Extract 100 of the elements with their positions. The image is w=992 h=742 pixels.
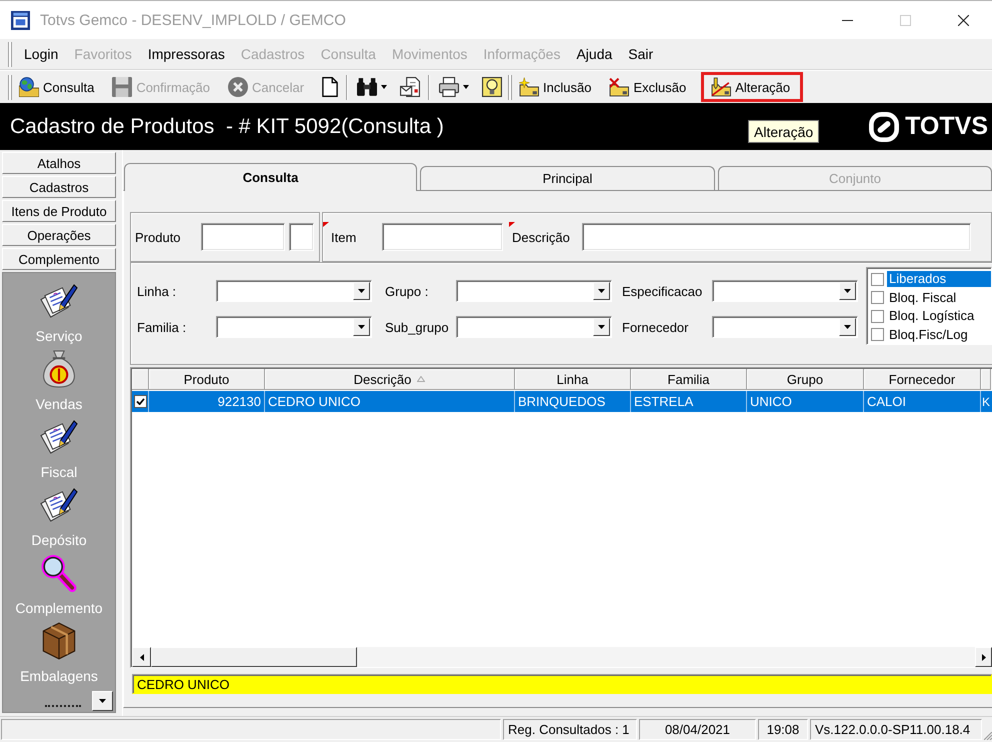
list-item[interactable]: Bloq. Fiscal [887, 290, 958, 306]
caret-icon [844, 289, 851, 293]
scrollbar-thumb[interactable] [151, 647, 357, 667]
menu-item[interactable]: Sair [620, 42, 662, 66]
menu-item[interactable]: Ajuda [568, 42, 620, 66]
column-header[interactable]: Linha [515, 369, 631, 390]
logo-text: TOTVS [905, 112, 988, 141]
table-cell: 922130 [149, 391, 265, 412]
caret-icon [358, 325, 365, 329]
list-item[interactable]: Bloq. Logística [887, 308, 976, 324]
table-cell: ESTRELA [631, 391, 747, 412]
table-cell: BRINQUEDOS [515, 391, 631, 412]
list-item[interactable]: Liberados [887, 271, 991, 288]
scroll-right-button[interactable] [975, 647, 992, 667]
field-label: Grupo : [385, 284, 430, 298]
grip-handle[interactable] [508, 74, 512, 100]
toolbar-button[interactable]: Alteração [701, 72, 804, 102]
column-header[interactable]: Produto [149, 369, 265, 390]
column-header[interactable]: Descrição [265, 369, 515, 390]
field-label: Familia : [137, 320, 188, 334]
left-arrow-icon [140, 654, 144, 660]
document-pen-icon [40, 418, 78, 456]
toolbar-button[interactable]: Inclusão [516, 75, 594, 99]
checkbox[interactable] [871, 310, 884, 323]
sidebar-section[interactable]: Itens de Produto [2, 200, 116, 222]
status-time: 19:08 [758, 719, 808, 740]
tab[interactable]: Consulta [124, 163, 417, 191]
caret-icon [598, 289, 605, 293]
folder-x-icon [609, 77, 630, 97]
resize-grip-icon [984, 732, 992, 740]
close-icon [958, 14, 968, 26]
table-cell: CALOI [864, 391, 981, 412]
dropdown-field[interactable] [712, 280, 858, 302]
checkbox[interactable] [134, 395, 146, 408]
column-header[interactable]: Fornecedor [864, 369, 981, 390]
caret-icon [381, 85, 388, 89]
dropdown-field[interactable] [456, 316, 612, 338]
field-label: Fornecedor [622, 320, 690, 334]
folder-sparkle-icon [519, 77, 540, 97]
printer-icon [439, 77, 460, 97]
lightbulb-icon [482, 77, 502, 97]
dropdown-field[interactable] [712, 316, 858, 338]
sidebar-section[interactable]: Operações [2, 224, 116, 246]
screen-title: Cadastro de Produtos - # KIT 5092(Consulta ) [10, 114, 444, 138]
column-header[interactable]: Familia [631, 369, 747, 390]
document-pen-icon [40, 486, 78, 524]
input-field[interactable] [289, 223, 314, 251]
input-field[interactable] [201, 223, 285, 251]
sidebar-section[interactable]: Complemento [2, 248, 116, 270]
field-label: Especificacao [622, 284, 704, 298]
record-count: Reg. Consultados : 1 [503, 719, 637, 740]
version-label: Vs.122.0.0.0-SP11.00.18.4 [810, 719, 982, 740]
dropdown-field[interactable] [216, 316, 372, 338]
table-row[interactable]: 922130 CEDRO UNICO BRINQUEDOS ESTRELA UNICO CALOI K [132, 391, 992, 412]
folder-pencil-icon [711, 77, 732, 97]
document-pen-icon [40, 282, 78, 320]
right-arrow-icon [982, 654, 986, 660]
column-header[interactable]: Grupo [747, 369, 864, 390]
checkbox[interactable] [871, 272, 884, 286]
globe-folder-icon [19, 77, 39, 97]
grip-handle[interactable] [8, 42, 12, 66]
window-title: Totvs Gemco - DESENV_IMPLOLD / GEMCO [40, 12, 347, 28]
money-bag-icon [40, 350, 78, 388]
menu-item[interactable]: Impressoras [140, 42, 233, 66]
scroll-down-button[interactable] [92, 691, 113, 711]
checkbox[interactable] [871, 291, 884, 304]
input-field[interactable] [582, 223, 971, 251]
tab[interactable]: Principal [420, 166, 715, 190]
logo-icon [869, 112, 900, 142]
input-field[interactable] [382, 223, 503, 251]
grip-handle[interactable] [8, 74, 12, 100]
caret-icon [598, 325, 605, 329]
toolbar-button[interactable]: Exclusão [606, 75, 690, 99]
caret-icon [844, 325, 851, 329]
down-arrow-icon [99, 699, 106, 703]
sidebar-section[interactable]: Atalhos [2, 152, 116, 174]
tooltip: Alteração [748, 120, 820, 143]
menu-item[interactable]: Login [16, 42, 66, 66]
caret-icon [463, 85, 470, 89]
field-label: Sub_grupo [385, 320, 450, 334]
status-date: 08/04/2021 [639, 719, 756, 740]
sidebar-section[interactable]: Cadastros [2, 176, 116, 198]
binoculars-icon [357, 77, 378, 97]
document-icon [322, 77, 338, 97]
check-icon [136, 398, 144, 405]
dropdown-field[interactable] [456, 280, 612, 302]
column-header[interactable] [981, 369, 991, 390]
list-item[interactable]: Bloq.Fisc/Log [887, 326, 970, 343]
dropdown-field[interactable] [216, 280, 372, 302]
field-label: Linha : [137, 284, 178, 298]
checkbox[interactable] [871, 328, 884, 342]
summary-field: CEDRO UNICO [132, 674, 992, 694]
scrollbar-track[interactable] [132, 647, 992, 667]
magnifier-icon [40, 554, 78, 592]
scroll-left-button[interactable] [132, 647, 151, 667]
app-icon [11, 10, 30, 30]
toolbar-button[interactable]: Consulta [16, 75, 98, 99]
field-label: Descrição [512, 230, 571, 244]
field-label: Produto [135, 230, 182, 244]
table-cell: UNICO [747, 391, 864, 412]
